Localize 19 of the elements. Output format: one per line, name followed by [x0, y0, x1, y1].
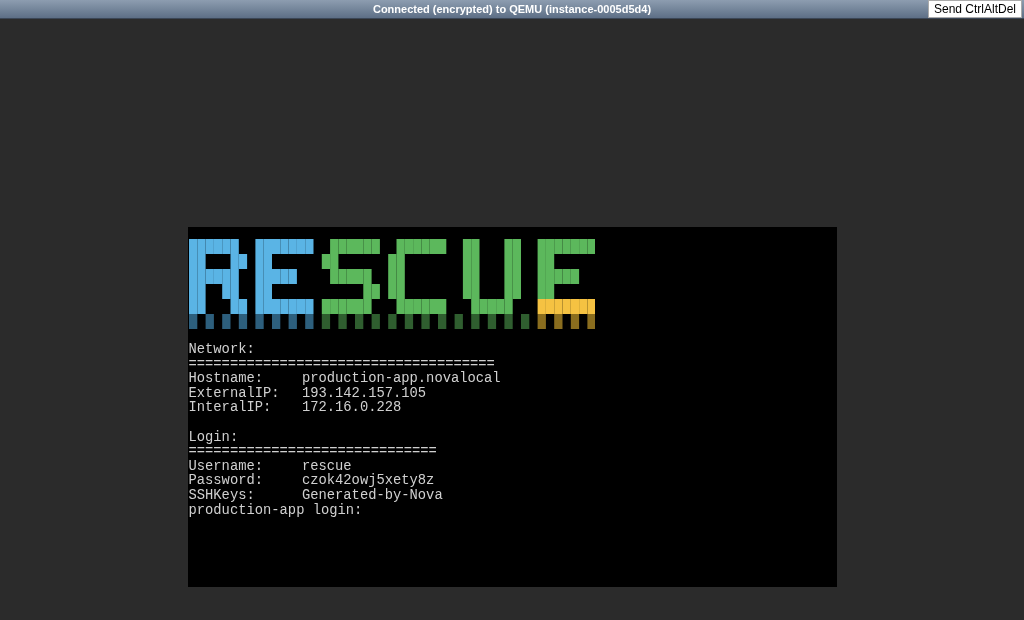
field-value: 193.142.157.105 [301, 386, 427, 401]
send-ctrlaltdel-button[interactable]: Send CtrlAltDel [927, 0, 1022, 18]
section-heading: Network: [188, 343, 256, 358]
field-label: InteralIP: [188, 401, 273, 416]
separator-line: ============================== [188, 445, 438, 460]
field-value: Generated-by-Nova [301, 488, 443, 503]
section-heading: Login: [188, 430, 240, 446]
field-label: Hostname: [188, 372, 263, 387]
field-value: 172.16.0.228 [301, 401, 402, 416]
field-value: rescue [301, 459, 352, 474]
separator-line: ===================================== [188, 357, 495, 372]
login-prompt: production-app login: [188, 503, 364, 519]
field-label: SSHKeys: [188, 488, 256, 503]
field-label: Password: [188, 474, 264, 489]
field-label: ExternalIP: [188, 386, 281, 401]
field-value: czok42owj5xety8z [301, 474, 435, 489]
field-label: Username: [188, 459, 264, 474]
connection-status: Connected (encrypted) to QEMU (instance-0005d5d4) [372, 3, 652, 15]
field-value: production-app.novalocal [301, 372, 501, 387]
